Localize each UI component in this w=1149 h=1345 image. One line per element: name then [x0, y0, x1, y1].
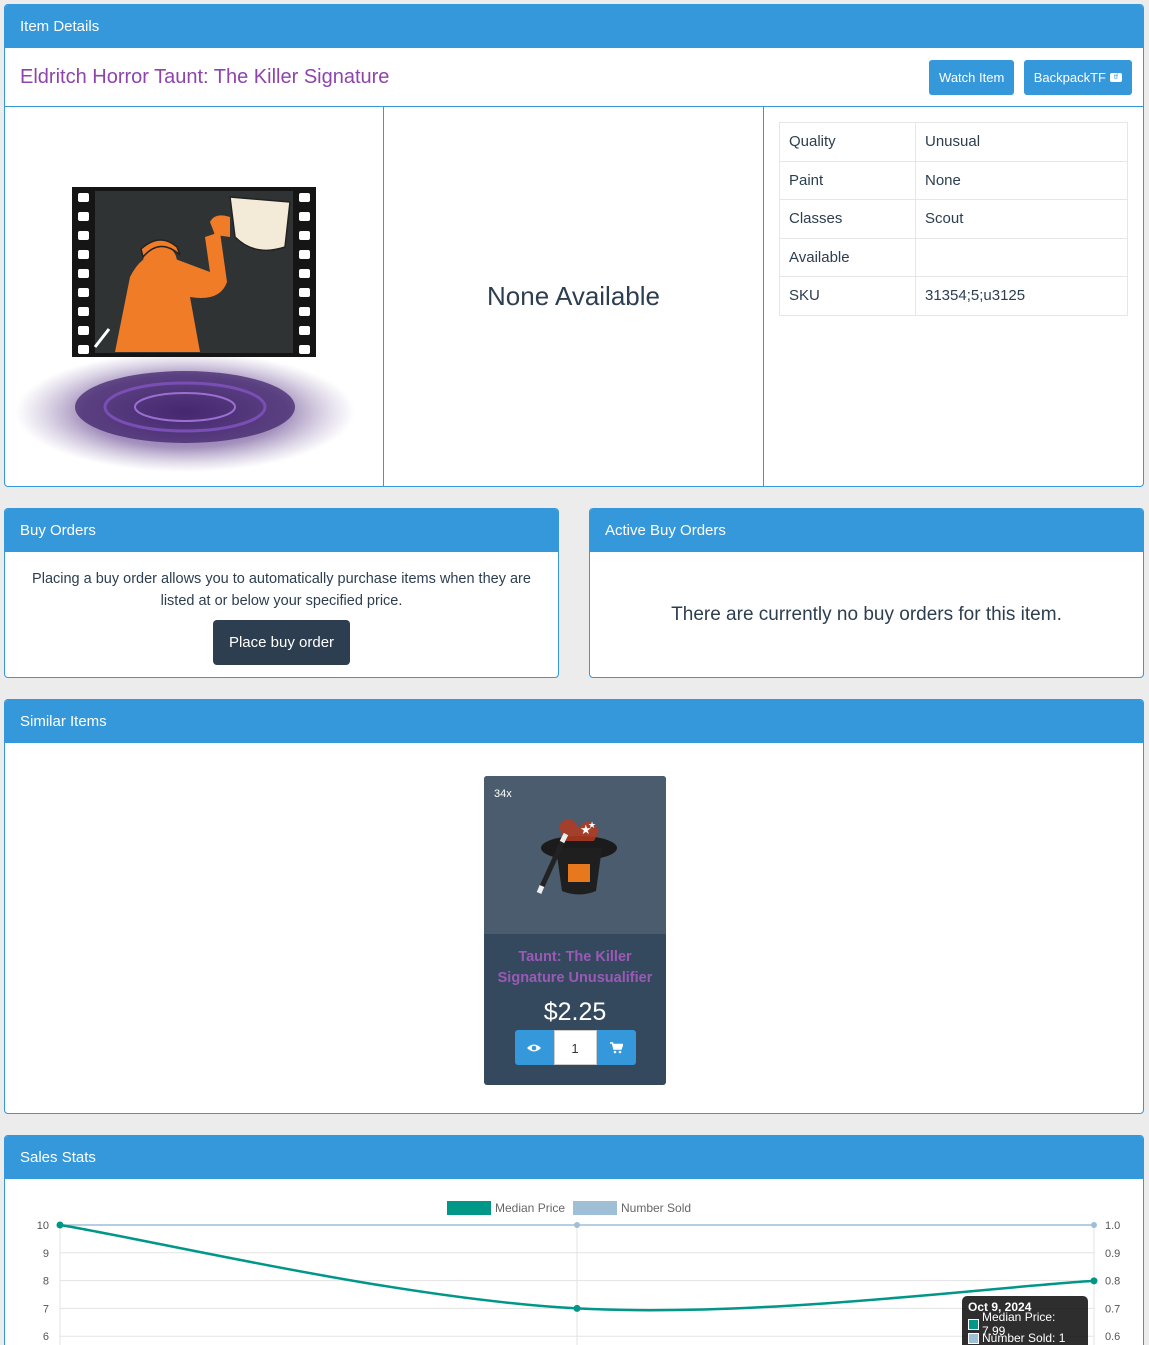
property-label: Quality [779, 122, 916, 162]
view-button[interactable] [514, 1030, 554, 1065]
empty-message: There are currently no buy orders for th… [671, 603, 1062, 625]
y-right-tick-label: 0.6 [1105, 1331, 1120, 1343]
y-tick-label: 7 [43, 1303, 49, 1315]
item-image [5, 107, 384, 486]
external-link-icon: tf [1110, 72, 1122, 82]
table-row: Paint None [779, 160, 1128, 200]
active-buy-orders-panel: Active Buy Orders There are currently no… [589, 508, 1144, 678]
card-image-area: 34x ★ ★ [484, 776, 666, 934]
legend-label: Number Sold [621, 1201, 691, 1215]
availability-column: None Available [384, 107, 764, 486]
y-right-tick-label: 0.9 [1105, 1248, 1120, 1260]
similar-items-panel: Similar Items 34x ★ ★ Taunt: The Killer … [4, 699, 1144, 1114]
property-value: Unusual [915, 122, 1128, 162]
details-row: None Available Quality Unusual Paint None … [5, 107, 1143, 486]
buy-orders-panel: Buy Orders Placing a buy order allows yo… [4, 508, 559, 678]
eye-icon [527, 1044, 541, 1051]
panel-heading: Buy Orders [5, 509, 558, 552]
buy-orders-body: Placing a buy order allows you to automa… [5, 552, 558, 665]
panel-heading: Sales Stats [5, 1136, 1143, 1179]
table-row: Available [779, 237, 1128, 277]
sales-chart-area: Median Price Number Sold 10 1.0 9 0.9 8 0.8 7 0.7… [5, 1179, 1143, 1345]
property-label: Available [779, 237, 916, 277]
panel-heading: Item Details [5, 5, 1143, 48]
svg-text:★: ★ [588, 821, 596, 831]
item-price: $2.25 [543, 998, 607, 1026]
property-label: Classes [779, 199, 916, 239]
y-right-tick-label: 1.0 [1105, 1220, 1120, 1232]
table-row: Classes Scout [779, 199, 1128, 239]
card-actions: 1 [484, 1030, 666, 1065]
tooltip-sold: Number Sold: 1 [982, 1331, 1066, 1345]
cart-icon [609, 1041, 623, 1053]
property-value [915, 237, 1128, 277]
property-label: Paint [779, 160, 916, 200]
panel-heading: Active Buy Orders [590, 509, 1143, 552]
data-point-number-sold [574, 1222, 580, 1228]
item-details-panel: Item Details Eldritch Horror Taunt: The … [4, 4, 1144, 487]
property-value: 31354;5;u3125 [915, 276, 1128, 316]
median-swatch [968, 1318, 979, 1330]
y-tick-label: 6 [43, 1331, 49, 1343]
y-right-tick-label: 0.8 [1105, 1276, 1120, 1288]
watch-item-label: Watch Item [939, 69, 1005, 85]
title-actions: Watch Item BackpackTF tf [924, 59, 1132, 95]
y-tick-label: 10 [37, 1220, 49, 1232]
add-to-cart-button[interactable] [596, 1030, 636, 1065]
property-value: Scout [915, 199, 1128, 239]
item-name-link[interactable]: Taunt: The Killer Signature Unusualifier [484, 947, 666, 989]
y-tick-label: 9 [43, 1248, 49, 1260]
data-point-median-price [56, 1221, 64, 1229]
panel-heading: Similar Items [5, 700, 1143, 743]
legend-swatch [447, 1201, 491, 1215]
availability-status: None Available [487, 281, 660, 311]
sales-stats-panel: Sales Stats Median Price Number Sold 10 1.0… [4, 1135, 1144, 1345]
place-buy-order-button[interactable]: Place buy order [213, 620, 350, 665]
data-point-median-price [573, 1304, 581, 1312]
chart-tooltip: Oct 9, 2024 Median Price: 7.99 Number So… [962, 1296, 1088, 1345]
property-value: None [915, 160, 1128, 200]
buy-orders-description: Placing a buy order allows you to automa… [32, 571, 531, 609]
y-tick-label: 8 [43, 1276, 49, 1288]
watch-item-button[interactable]: Watch Item [929, 59, 1015, 95]
backpacktf-button[interactable]: BackpackTF tf [1023, 59, 1132, 95]
item-title: Eldritch Horror Taunt: The Killer Signat… [20, 65, 390, 88]
backpacktf-label: BackpackTF [1033, 69, 1106, 85]
active-buy-orders-body: There are currently no buy orders for th… [590, 552, 1143, 677]
tooltip-row: Median Price: 7.99 [968, 1310, 1082, 1338]
table-row: Quality Unusual [779, 122, 1128, 162]
data-point-number-sold [1091, 1222, 1097, 1228]
item-count-badge: 34x [494, 788, 512, 800]
quantity-input[interactable]: 1 [553, 1030, 597, 1065]
properties-table: Quality Unusual Paint None Classes Scout Av… [779, 122, 1128, 316]
legend-label: Median Price [495, 1201, 565, 1215]
tooltip-row: Number Sold: 1 [968, 1331, 1082, 1345]
properties-column: Quality Unusual Paint None Classes Scout Av… [764, 107, 1143, 486]
sold-swatch [968, 1332, 979, 1344]
table-row: SKU 31354;5;u3125 [779, 276, 1128, 316]
data-point-median-price [1090, 1277, 1098, 1285]
y-right-tick-label: 0.7 [1105, 1303, 1120, 1315]
legend-swatch [573, 1201, 617, 1215]
property-label: SKU [779, 276, 916, 316]
item-card[interactable]: 34x ★ ★ Taunt: The Killer Signature Unus… [484, 776, 666, 1085]
title-row: Eldritch Horror Taunt: The Killer Signat… [5, 48, 1143, 107]
taunt-filmstrip-icon [15, 187, 355, 472]
